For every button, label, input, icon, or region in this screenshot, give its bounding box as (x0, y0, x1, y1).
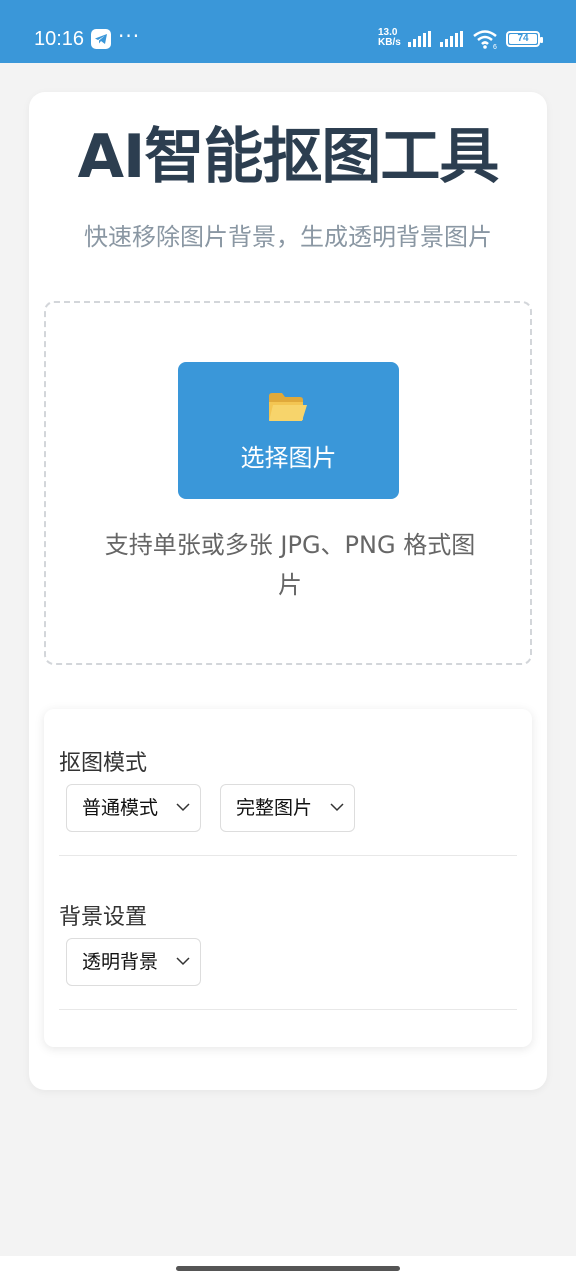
background-setting-label: 背景设置 (59, 905, 148, 930)
chevron-down-icon (330, 803, 344, 812)
cutout-mode-label: 抠图模式 (59, 751, 148, 776)
choose-image-button[interactable]: 选择图片 (178, 362, 399, 499)
chevron-down-icon (176, 803, 190, 812)
home-gesture-handle[interactable] (176, 1266, 400, 1271)
signal-icon-2 (440, 31, 463, 47)
area-select[interactable]: 完整图片 (220, 784, 355, 832)
network-speed: 13.0 KB/s (378, 28, 401, 48)
mode-select[interactable]: 普通模式 (66, 784, 201, 832)
wifi-icon: 6 (473, 30, 497, 49)
main-card: AI智能抠图工具 快速移除图片背景，生成透明背景图片 选择图片 支持单张或多张 … (29, 92, 547, 1090)
background-select-value: 透明背景 (82, 951, 159, 973)
chevron-down-icon (176, 957, 190, 966)
mode-select-value: 普通模式 (82, 797, 159, 819)
page-title: AI智能抠图工具 (77, 122, 500, 192)
area-select-value: 完整图片 (236, 797, 313, 819)
divider (59, 1009, 517, 1010)
battery-level: 74 (509, 34, 537, 44)
signal-icon (408, 31, 431, 47)
battery-icon: 74 (506, 31, 543, 47)
upload-dropzone[interactable]: 选择图片 支持单张或多张 JPG、PNG 格式图片 (44, 301, 532, 665)
network-speed-unit: KB/s (378, 37, 401, 48)
status-bar: 10:16 ··· 13.0 KB/s 6 74 (0, 0, 576, 63)
svg-text:6: 6 (493, 44, 497, 49)
telegram-icon (91, 29, 111, 49)
more-notifications-icon: ··· (118, 24, 141, 48)
open-folder-icon (269, 393, 307, 421)
choose-image-label: 选择图片 (240, 444, 337, 472)
status-time: 10:16 (34, 28, 85, 50)
settings-panel: 抠图模式 普通模式 完整图片 背景设置 透明背景 (44, 709, 532, 1047)
navigation-bar (0, 1256, 576, 1280)
divider (59, 855, 517, 856)
upload-hint: 支持单张或多张 JPG、PNG 格式图片 (104, 531, 476, 599)
page-subtitle: 快速移除图片背景，生成透明背景图片 (84, 223, 492, 251)
background-select[interactable]: 透明背景 (66, 938, 201, 986)
